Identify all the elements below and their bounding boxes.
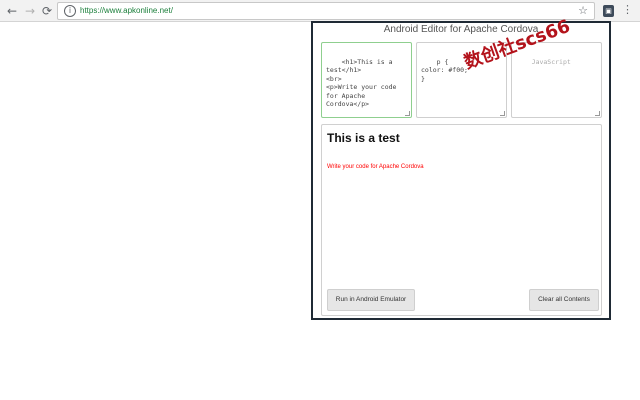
clear-contents-button[interactable]: Clear all Contents [529, 289, 599, 311]
run-emulator-button[interactable]: Run in Android Emulator [327, 289, 415, 311]
forward-arrow-icon[interactable]: → [23, 4, 37, 18]
preview-heading: This is a test [327, 131, 400, 145]
address-bar[interactable]: i https://www.apkonline.net/ ☆ [57, 2, 595, 20]
css-code[interactable]: p { color: #f00; } [421, 58, 468, 83]
html-editor[interactable]: <h1>This is a test</h1> <br> <p>Write yo… [321, 42, 412, 118]
extension-icon[interactable]: ▣ [603, 5, 614, 17]
info-icon[interactable]: i [64, 5, 76, 17]
editor-popup: Android Editor for Apache Cordova <h1>Th… [311, 21, 611, 320]
resize-grip-icon[interactable] [500, 111, 505, 116]
html-code[interactable]: <h1>This is a test</h1> <br> <p>Write yo… [326, 58, 400, 109]
resize-grip-icon[interactable] [405, 111, 410, 116]
url-text[interactable]: https://www.apkonline.net/ [80, 6, 173, 15]
resize-grip-icon[interactable] [595, 111, 600, 116]
reload-icon[interactable]: ⟳ [40, 4, 54, 18]
back-arrow-icon[interactable]: ← [5, 4, 19, 18]
preview-paragraph: Write your code for Apache Cordova [327, 164, 424, 170]
kebab-menu-icon[interactable]: ⋮ [622, 3, 633, 17]
preview-panel: This is a test Write your code for Apach… [321, 124, 602, 316]
